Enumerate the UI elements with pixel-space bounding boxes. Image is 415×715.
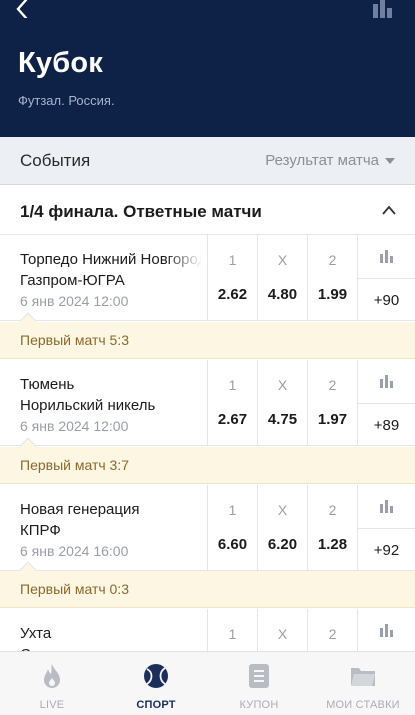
more-markets-button[interactable]: +89: [357, 360, 415, 446]
odd-value: 6.60: [217, 536, 248, 553]
team-home: Ухта: [20, 625, 52, 642]
team-home: Торпедо Нижний Новгород: [20, 251, 202, 268]
match-teams: Новая генерация КПРФ 6 янв 2024 16:00: [20, 499, 202, 561]
first-match-score: Первый матч 0:3: [20, 581, 130, 597]
odd-button-2[interactable]: 2 1.28: [307, 485, 357, 571]
odd-value: 2.67: [217, 411, 248, 428]
back-arrow-icon[interactable]: [12, 0, 34, 18]
tab-label: МОИ СТАВКИ: [326, 699, 400, 711]
match-date: 6 янв 2024 12:00: [20, 293, 129, 309]
statistics-icon[interactable]: [380, 500, 394, 513]
page-title: Кубок: [18, 47, 103, 79]
odd-button-x[interactable]: X 6.20: [257, 485, 307, 571]
more-markets-button[interactable]: +90: [357, 235, 415, 321]
odd-label: X: [277, 377, 288, 393]
match-date: 6 янв 2024 16:00: [20, 543, 129, 559]
market-select[interactable]: Результат матча: [265, 152, 395, 169]
more-markets-count: +90: [373, 292, 400, 309]
market-select-value: Результат матча: [265, 152, 379, 169]
ball-icon: [144, 664, 168, 688]
team-away: Норильский никель: [20, 397, 156, 414]
bottom-tab-bar: LIVE СПОРТ КУПОН МОИ СТАВКИ: [0, 651, 415, 715]
odd-value: 4.80: [267, 286, 298, 303]
tab-coupon[interactable]: КУПОН: [207, 652, 311, 715]
coupon-icon: [249, 664, 269, 688]
odd-value: 4.75: [267, 411, 298, 428]
first-match-score: Первый матч 3:7: [20, 457, 130, 473]
events-label: События: [20, 151, 91, 170]
odd-value: 1.99: [317, 286, 348, 303]
odd-button-2[interactable]: 2 1.97: [307, 360, 357, 446]
match-date: 6 янв 2024 12:00: [20, 418, 129, 434]
divider: [358, 278, 415, 279]
statistics-icon[interactable]: [380, 250, 394, 263]
more-markets-count: +89: [373, 417, 400, 434]
first-match-note: Первый матч 5:3: [0, 312, 415, 359]
odd-label: 1: [228, 626, 237, 642]
odd-label: X: [277, 252, 288, 268]
match-row[interactable]: Новая генерация КПРФ 6 янв 2024 16:00 1 …: [0, 485, 415, 571]
group-header[interactable]: 1/4 финала. Ответные матчи: [0, 186, 415, 235]
first-match-score: Первый матч 5:3: [20, 332, 130, 348]
odd-value: 2.62: [217, 286, 248, 303]
tab-sport[interactable]: СПОРТ: [104, 652, 208, 715]
odd-button-1[interactable]: 1 2.62: [207, 235, 257, 321]
match-teams: Торпедо Нижний Новгород Газпром-ЮГРА 6 я…: [20, 249, 202, 311]
first-match-note: Первый матч 3:7: [0, 437, 415, 484]
odd-value: 1.97: [317, 411, 348, 428]
statistics-icon[interactable]: [380, 624, 394, 637]
divider: [358, 528, 415, 529]
odd-button-x[interactable]: X 4.80: [257, 235, 307, 321]
odd-label: 2: [328, 377, 337, 393]
odd-value: 6.20: [267, 536, 298, 553]
tab-live[interactable]: LIVE: [0, 652, 104, 715]
first-match-note: Первый матч 0:3: [0, 561, 415, 608]
events-bar: События Результат матча: [0, 137, 415, 185]
team-home: Новая генерация: [20, 501, 140, 518]
odds-group: 1 6.60 X 6.20 2 1.28 +92: [207, 485, 415, 571]
odd-button-x[interactable]: X 4.75: [257, 360, 307, 446]
odds-group: 1 2.62 X 4.80 2 1.99 +90: [207, 235, 415, 321]
tab-label: LIVE: [39, 699, 65, 711]
odd-button-1[interactable]: 1 6.60: [207, 485, 257, 571]
team-away: Газпром-ЮГРА: [20, 272, 125, 289]
odd-button-2[interactable]: 2 1.99: [307, 235, 357, 321]
flame-icon: [44, 664, 60, 688]
match-row[interactable]: Торпедо Нижний Новгород Газпром-ЮГРА 6 я…: [0, 235, 415, 321]
chevron-up-icon[interactable]: [381, 204, 397, 216]
odd-label: 1: [228, 252, 237, 268]
caret-down-icon: [385, 157, 395, 164]
team-home: Тюмень: [20, 376, 75, 393]
odd-label: 1: [228, 502, 237, 518]
statistics-icon[interactable]: [371, 0, 395, 18]
odd-label: 2: [328, 502, 337, 518]
more-markets-button[interactable]: +92: [357, 485, 415, 571]
team-away: КПРФ: [20, 522, 61, 539]
statistics-icon[interactable]: [380, 375, 394, 388]
tab-my-bets[interactable]: МОИ СТАВКИ: [311, 652, 415, 715]
divider: [358, 403, 415, 404]
odd-label: 2: [328, 626, 337, 642]
page-header: Кубок Футзал. Россия.: [0, 0, 415, 137]
odd-label: X: [277, 502, 288, 518]
odd-value: 1.28: [317, 536, 348, 553]
odds-group: 1 2.67 X 4.75 2 1.97 +89: [207, 360, 415, 446]
group-title: 1/4 финала. Ответные матчи: [20, 202, 262, 221]
folder-icon: [351, 668, 375, 686]
odd-button-1[interactable]: 1 2.67: [207, 360, 257, 446]
more-markets-count: +92: [373, 542, 400, 559]
match-row[interactable]: Тюмень Норильский никель 6 янв 2024 12:0…: [0, 360, 415, 446]
odd-label: X: [277, 626, 288, 642]
tab-label: СПОРТ: [136, 699, 176, 711]
odd-label: 1: [228, 377, 237, 393]
match-teams: Тюмень Норильский никель 6 янв 2024 12:0…: [20, 374, 202, 436]
page-subtitle: Футзал. Россия.: [18, 93, 115, 108]
tab-label: КУПОН: [239, 699, 279, 711]
odd-label: 2: [328, 252, 337, 268]
